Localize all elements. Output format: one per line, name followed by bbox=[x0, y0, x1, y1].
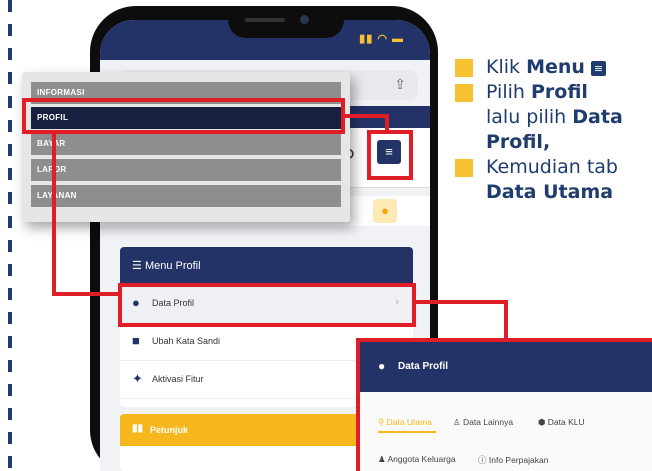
phone-notch bbox=[228, 6, 344, 38]
highlight-data-profil bbox=[118, 283, 416, 327]
highlight-profil bbox=[22, 98, 345, 134]
data-profil-header: ● Data Profil bbox=[360, 342, 652, 392]
menu-profil-title: Menu Profil bbox=[144, 260, 201, 272]
connector-line bbox=[385, 114, 389, 132]
pin-icon: ✦ bbox=[132, 371, 143, 386]
instruction-step-2b: lalu pilih Data bbox=[486, 105, 623, 130]
menu-item-label: Aktivasi Fitur bbox=[152, 374, 204, 384]
main-menu-dropdown: INFORMASI PROFIL BAYAR LAPOR LAYANAN bbox=[22, 72, 350, 222]
data-profil-tabs: ⚲ Data Utama ♙ Data Lainnya ⬢ Data KLU ♟… bbox=[360, 392, 652, 471]
tab-label: Data Utama bbox=[386, 417, 432, 427]
text: lalu pilih bbox=[486, 106, 567, 128]
connector-line bbox=[504, 300, 508, 340]
active-tab-indicator bbox=[378, 431, 436, 433]
text: Kemudian tab bbox=[486, 156, 618, 178]
tab-label: Info Perpajakan bbox=[488, 455, 549, 465]
text-bold: Profil bbox=[530, 81, 588, 103]
menu-item-label: Ubah Kata Sandi bbox=[152, 336, 221, 346]
instruction-step-2: Pilih Profil bbox=[486, 80, 588, 105]
user-icon[interactable]: ● bbox=[373, 199, 397, 223]
instruction-step-3: Kemudian tab bbox=[486, 155, 618, 180]
instruction-step-3b: Data Utama bbox=[486, 180, 613, 205]
instruction-step-1: Klik Menu ≡ bbox=[486, 55, 606, 80]
petunjuk-title: Petunjuk bbox=[150, 425, 189, 435]
text-bold: Data Utama bbox=[486, 181, 614, 203]
tab-anggota-keluarga[interactable]: ♟ Anggota Keluarga bbox=[378, 454, 456, 465]
text: Klik bbox=[486, 56, 521, 78]
tab-label: Anggota Keluarga bbox=[387, 454, 456, 464]
connector-line bbox=[341, 114, 387, 118]
tab-data-lainnya[interactable]: ♙ Data Lainnya bbox=[453, 417, 513, 428]
text-bold: Data bbox=[572, 106, 623, 128]
text-bold: Menu bbox=[526, 56, 585, 78]
menu-item-bayar[interactable]: BAYAR bbox=[31, 133, 341, 155]
text: Pilih bbox=[486, 81, 525, 103]
data-profil-card: ● Data Profil ⚲ Data Utama ♙ Data Lainny… bbox=[356, 338, 652, 471]
bullet-marker bbox=[455, 84, 473, 102]
tab-info-perpajakan[interactable]: ⓘ Info Perpajakan bbox=[478, 454, 548, 466]
text-bold: Profil, bbox=[486, 131, 551, 153]
data-profil-title: Data Profil bbox=[398, 361, 449, 372]
dashed-divider bbox=[8, 0, 12, 471]
menu-icon: ≡ bbox=[590, 61, 606, 76]
connector-line bbox=[52, 292, 122, 296]
menu-item-layanan[interactable]: LAYANAN bbox=[31, 185, 341, 207]
share-icon[interactable]: ⇪ bbox=[394, 76, 406, 93]
speaker bbox=[245, 18, 285, 22]
connector-line bbox=[52, 134, 56, 296]
camera bbox=[300, 15, 309, 24]
connector-line bbox=[414, 300, 508, 304]
tab-label: Data Lainnya bbox=[462, 417, 514, 427]
menu-item-lapor[interactable]: LAPOR bbox=[31, 159, 341, 181]
book-icon: ▮▮ bbox=[132, 423, 144, 434]
bullet-marker bbox=[455, 159, 473, 177]
instruction-step-2c: Profil, bbox=[486, 130, 550, 155]
tab-label: Data KLU bbox=[547, 417, 585, 427]
bullet-marker bbox=[455, 59, 473, 77]
user-icon: ● bbox=[378, 359, 386, 373]
lock-icon: ■ bbox=[132, 333, 140, 348]
highlight-menu-button bbox=[367, 130, 413, 180]
tab-data-klu[interactable]: ⬢ Data KLU bbox=[538, 417, 585, 428]
menu-profil-header: ☰ Menu Profil bbox=[120, 247, 413, 285]
tab-data-utama[interactable]: ⚲ Data Utama bbox=[378, 417, 432, 428]
signal-wifi-battery-icons: ▮▮ ◠ ▬ bbox=[359, 33, 404, 45]
hamburger-icon: ☰ bbox=[132, 260, 142, 272]
